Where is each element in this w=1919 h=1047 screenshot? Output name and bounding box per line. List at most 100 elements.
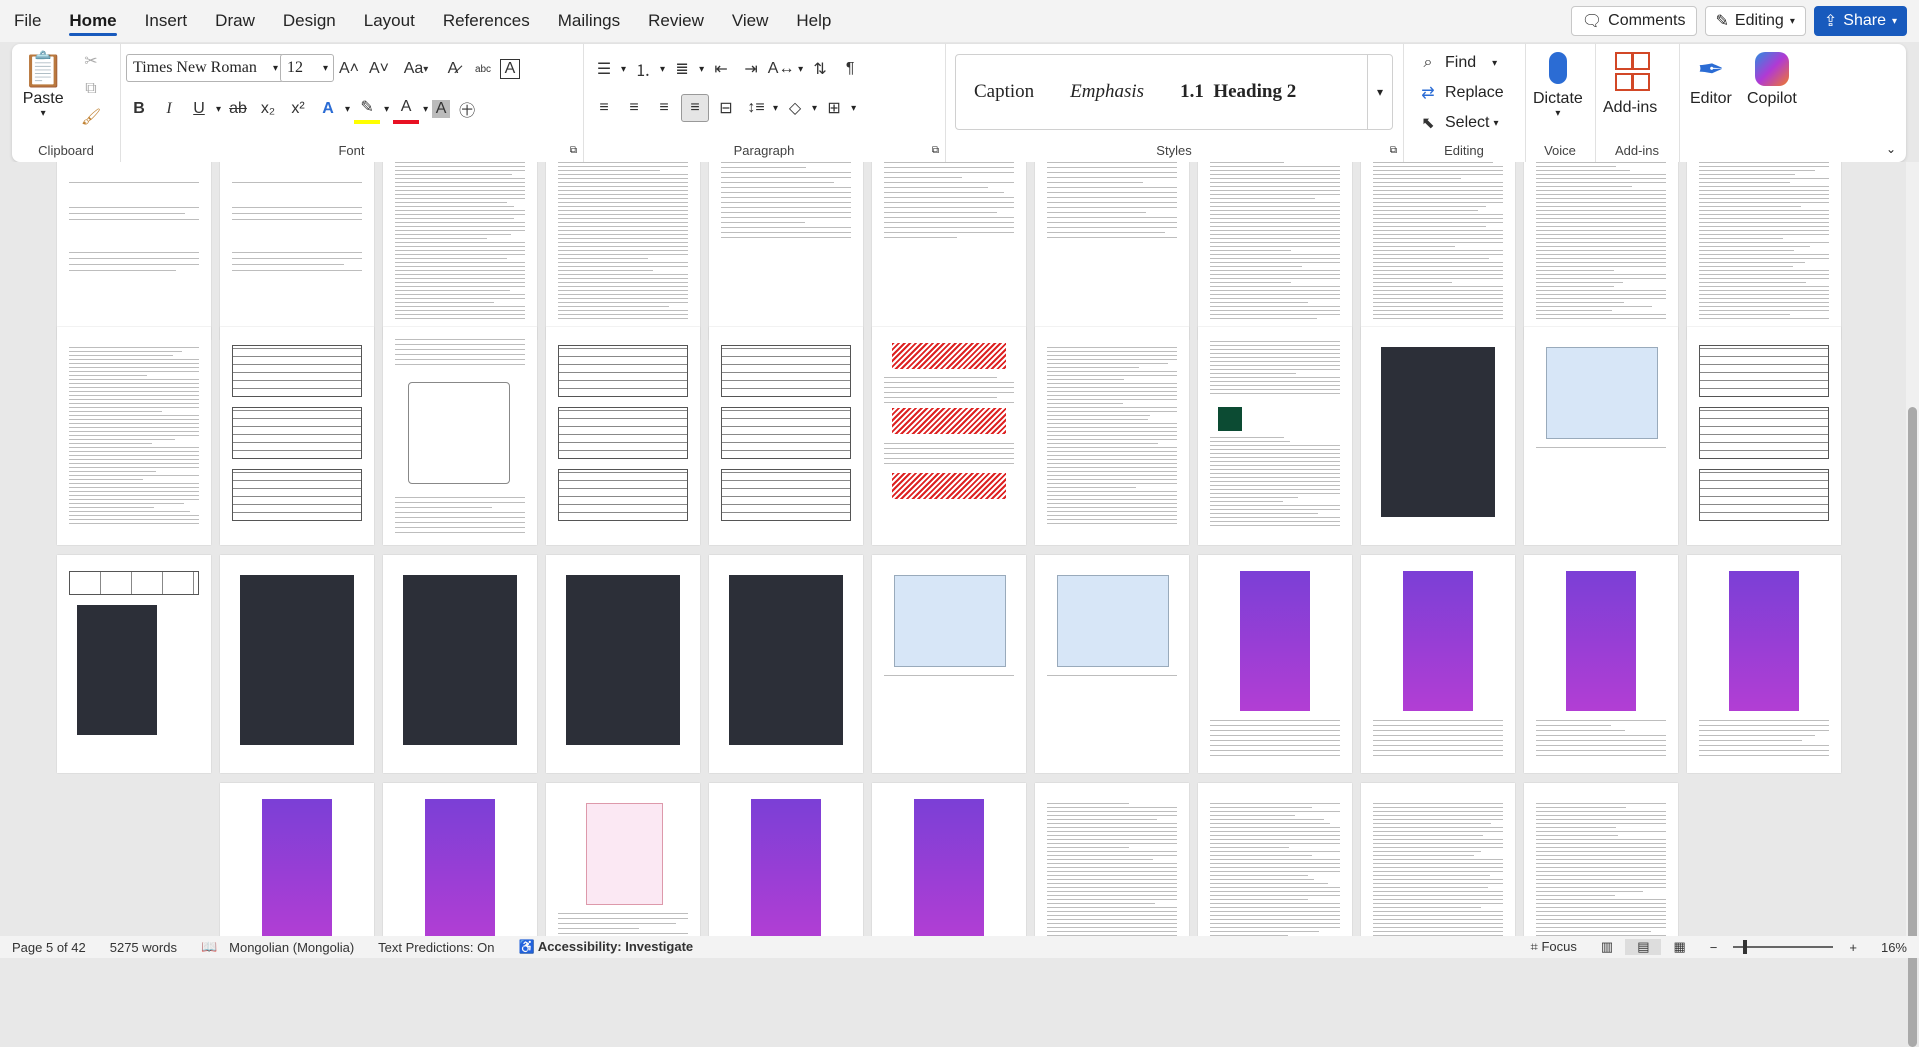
bullets-icon[interactable]: ☰ xyxy=(591,56,617,82)
document-page[interactable] xyxy=(1035,555,1189,773)
select-button[interactable]: ⬉ Select ▾ xyxy=(1415,110,1499,136)
document-page[interactable] xyxy=(57,162,211,340)
justify-icon[interactable]: ≡ xyxy=(681,94,709,122)
increase-indent-icon[interactable]: ⇥ xyxy=(738,56,764,82)
format-painter-icon[interactable]: 🖌 xyxy=(78,104,104,130)
menu-draw[interactable]: Draw xyxy=(201,0,269,42)
accessibility-status[interactable]: ♿ Accessibility: Investigate xyxy=(506,939,705,955)
highlight-icon[interactable]: ✎ xyxy=(354,94,380,124)
menu-insert[interactable]: Insert xyxy=(131,0,202,42)
document-page[interactable] xyxy=(1035,783,1189,936)
document-page[interactable] xyxy=(709,327,863,545)
menu-mailings[interactable]: Mailings xyxy=(544,0,634,42)
chevron-down-icon[interactable]: ▾ xyxy=(660,64,665,75)
document-page[interactable] xyxy=(1361,555,1515,773)
document-page[interactable] xyxy=(383,162,537,340)
document-page[interactable] xyxy=(1035,327,1189,545)
zoom-level[interactable]: 16% xyxy=(1869,940,1919,955)
document-page[interactable] xyxy=(1198,162,1352,340)
text-predictions[interactable]: Text Predictions: On xyxy=(366,940,506,955)
menu-layout[interactable]: Layout xyxy=(350,0,429,42)
font-name-select[interactable]: Times New Roman ▾ xyxy=(126,54,284,82)
print-layout-icon[interactable]: ▤ xyxy=(1625,939,1661,955)
align-left-icon[interactable]: ≡ xyxy=(591,95,617,121)
enclose-characters-icon[interactable]: ㊉ xyxy=(454,96,480,122)
line-spacing-icon[interactable]: ↕≡ xyxy=(743,95,769,121)
sort-icon[interactable]: ⇅ xyxy=(807,56,833,82)
chevron-down-icon[interactable]: ▾ xyxy=(798,64,803,75)
styles-more-icon[interactable]: ▾ xyxy=(1367,55,1392,129)
style-heading-2[interactable]: 1.1 Heading 2 xyxy=(1162,81,1314,103)
document-page[interactable] xyxy=(1361,783,1515,936)
subscript-icon[interactable]: x₂ xyxy=(255,96,281,122)
document-page[interactable] xyxy=(872,783,1026,936)
document-page[interactable] xyxy=(546,555,700,773)
page-count[interactable]: Page 5 of 42 xyxy=(0,940,98,955)
document-page[interactable] xyxy=(1035,162,1189,340)
document-page[interactable] xyxy=(383,555,537,773)
zoom-in-icon[interactable]: + xyxy=(1837,940,1869,955)
document-page[interactable] xyxy=(1198,555,1352,773)
dictate-button[interactable]: Dictate ▾ xyxy=(1533,48,1583,119)
document-page[interactable] xyxy=(1524,555,1678,773)
menu-file[interactable]: File xyxy=(0,0,55,42)
italic-icon[interactable]: I xyxy=(156,96,182,122)
editor-button[interactable]: ✒ Editor xyxy=(1690,48,1732,108)
superscript-icon[interactable]: x² xyxy=(285,96,311,122)
strikethrough-icon[interactable]: ab xyxy=(225,96,251,122)
chevron-down-icon[interactable]: ▾ xyxy=(773,103,778,114)
document-page[interactable] xyxy=(546,162,700,340)
document-page[interactable] xyxy=(872,327,1026,545)
zoom-slider-thumb[interactable] xyxy=(1743,940,1747,954)
menu-home[interactable]: Home xyxy=(55,0,130,42)
document-page[interactable] xyxy=(57,555,211,773)
document-page[interactable] xyxy=(872,555,1026,773)
collapse-ribbon-icon[interactable]: ⌄ xyxy=(1886,142,1896,156)
align-center-icon[interactable]: ≡ xyxy=(621,95,647,121)
find-button[interactable]: ⌕ Find ▾ xyxy=(1415,50,1497,76)
document-page[interactable] xyxy=(383,783,537,936)
read-mode-icon[interactable]: ▥ xyxy=(1589,939,1625,955)
menu-help[interactable]: Help xyxy=(782,0,845,42)
comments-button[interactable]: 🗨 Comments xyxy=(1571,6,1697,36)
copilot-button[interactable]: Copilot xyxy=(1747,48,1797,108)
chevron-down-icon[interactable]: ▾ xyxy=(851,103,856,114)
addins-button[interactable]: Add-ins xyxy=(1603,48,1657,117)
asian-layout-icon[interactable]: A↔ xyxy=(768,56,794,82)
distributed-icon[interactable]: ⊟ xyxy=(713,95,739,121)
document-page[interactable] xyxy=(1361,327,1515,545)
language[interactable]: Mongolian (Mongolia) xyxy=(229,940,366,955)
bold-icon[interactable]: B xyxy=(126,96,152,122)
replace-button[interactable]: ⇄ Replace xyxy=(1415,80,1504,106)
word-count[interactable]: 5275 words xyxy=(98,940,189,955)
character-border-icon[interactable]: A xyxy=(500,59,520,79)
document-area[interactable] xyxy=(0,162,1906,936)
document-page[interactable] xyxy=(220,327,374,545)
document-page[interactable] xyxy=(709,555,863,773)
cut-icon[interactable]: ✂ xyxy=(78,48,104,74)
document-page[interactable] xyxy=(1687,162,1841,340)
zoom-out-icon[interactable]: − xyxy=(1698,940,1730,955)
font-size-select[interactable]: 12 ▾ xyxy=(280,54,334,82)
chevron-down-icon[interactable]: ▾ xyxy=(621,64,626,75)
shrink-font-icon[interactable]: A˅ xyxy=(366,56,392,82)
share-button[interactable]: ⇪ Share ▾ xyxy=(1814,6,1907,36)
document-page[interactable] xyxy=(1524,162,1678,340)
chevron-down-icon[interactable]: ▾ xyxy=(423,104,428,115)
grow-font-icon[interactable]: A˄ xyxy=(336,56,362,82)
shading-icon[interactable]: A xyxy=(432,100,450,118)
align-right-icon[interactable]: ≡ xyxy=(651,95,677,121)
document-page[interactable] xyxy=(709,162,863,340)
document-page[interactable] xyxy=(1687,327,1841,545)
font-color-icon[interactable]: A xyxy=(393,94,419,124)
text-effects-icon[interactable]: A xyxy=(315,96,341,122)
document-page[interactable] xyxy=(546,327,700,545)
chevron-down-icon[interactable]: ▾ xyxy=(384,104,389,115)
underline-icon[interactable]: U xyxy=(186,96,212,122)
zoom-slider[interactable] xyxy=(1733,946,1833,948)
document-page[interactable] xyxy=(57,327,211,545)
document-page[interactable] xyxy=(1198,783,1352,936)
chevron-down-icon[interactable]: ▾ xyxy=(699,64,704,75)
change-case-button[interactable]: Aa ▾ xyxy=(396,56,436,82)
document-page[interactable] xyxy=(1198,327,1352,545)
